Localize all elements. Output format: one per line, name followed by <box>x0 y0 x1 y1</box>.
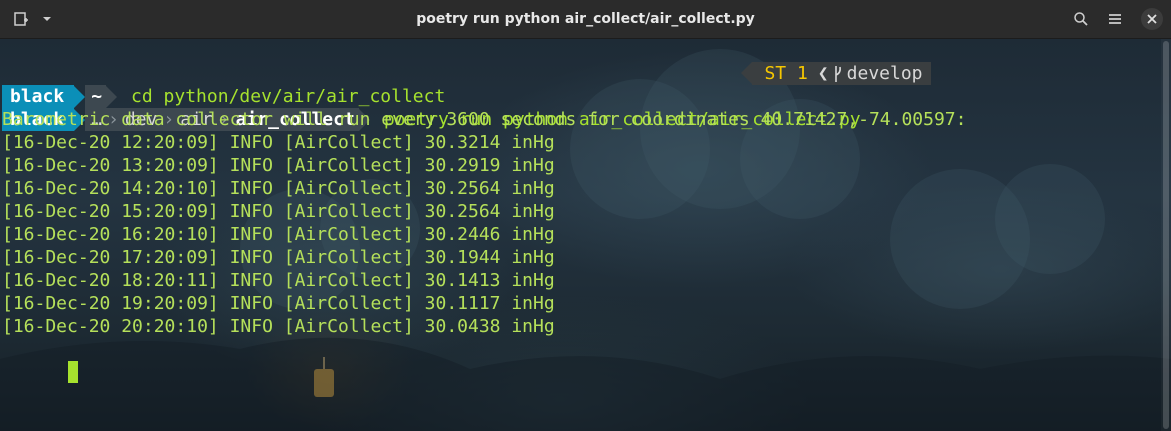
prompt-line-2: black … › dev › air › air_collect poetry run p… <box>2 62 967 131</box>
log-line: [16-Dec-20 16:20:10] INFO [AirCollect] 3… <box>2 224 555 245</box>
output-header: Barometric data collector will run every… <box>2 109 967 130</box>
log-line: [16-Dec-20 15:20:09] INFO [AirCollect] 3… <box>2 201 555 222</box>
chevron-down-icon <box>43 17 51 21</box>
scrollbar-thumb[interactable] <box>1163 41 1169 429</box>
new-tab-icon <box>14 12 28 26</box>
log-line: [16-Dec-20 20:20:10] INFO [AirCollect] 3… <box>2 316 555 337</box>
text-cursor <box>68 361 79 383</box>
search-button[interactable] <box>1067 6 1095 32</box>
menu-button[interactable] <box>1101 6 1129 32</box>
right-prompt: ST 1 ❮ develop <box>741 62 931 85</box>
prompt-line-1: black ~ cd python/dev/air/air_collect <box>2 39 967 108</box>
git-branch-icon <box>834 65 841 82</box>
log-line: [16-Dec-20 14:20:10] INFO [AirCollect] 3… <box>2 178 555 199</box>
new-tab-button[interactable] <box>8 6 34 32</box>
scrollbar[interactable] <box>1161 39 1171 431</box>
powerline-separator-left: ❮ <box>817 63 829 84</box>
log-line: [16-Dec-20 19:20:09] INFO [AirCollect] 3… <box>2 293 555 314</box>
git-branch-name: develop <box>846 63 923 84</box>
tab-menu-button[interactable] <box>34 6 60 32</box>
log-line: [16-Dec-20 13:20:09] INFO [AirCollect] 3… <box>2 155 555 176</box>
window-title: poetry run python air_collect/air_collec… <box>416 11 755 27</box>
close-button[interactable] <box>1141 8 1163 30</box>
hamburger-menu-icon <box>1109 14 1121 24</box>
log-line: [16-Dec-20 18:20:11] INFO [AirCollect] 3… <box>2 270 555 291</box>
search-icon <box>1074 12 1088 26</box>
close-icon <box>1147 14 1157 24</box>
title-bar: poetry run python air_collect/air_collec… <box>0 0 1171 39</box>
terminal-area[interactable]: black ~ cd python/dev/air/air_collect bl… <box>0 39 1171 431</box>
status-code: ST 1 <box>764 63 808 84</box>
terminal-output: black ~ cd python/dev/air/air_collect bl… <box>2 39 967 383</box>
cursor-line <box>2 338 967 383</box>
log-line: [16-Dec-20 17:20:09] INFO [AirCollect] 3… <box>2 247 555 268</box>
log-line: [16-Dec-20 12:20:09] INFO [AirCollect] 3… <box>2 132 555 153</box>
